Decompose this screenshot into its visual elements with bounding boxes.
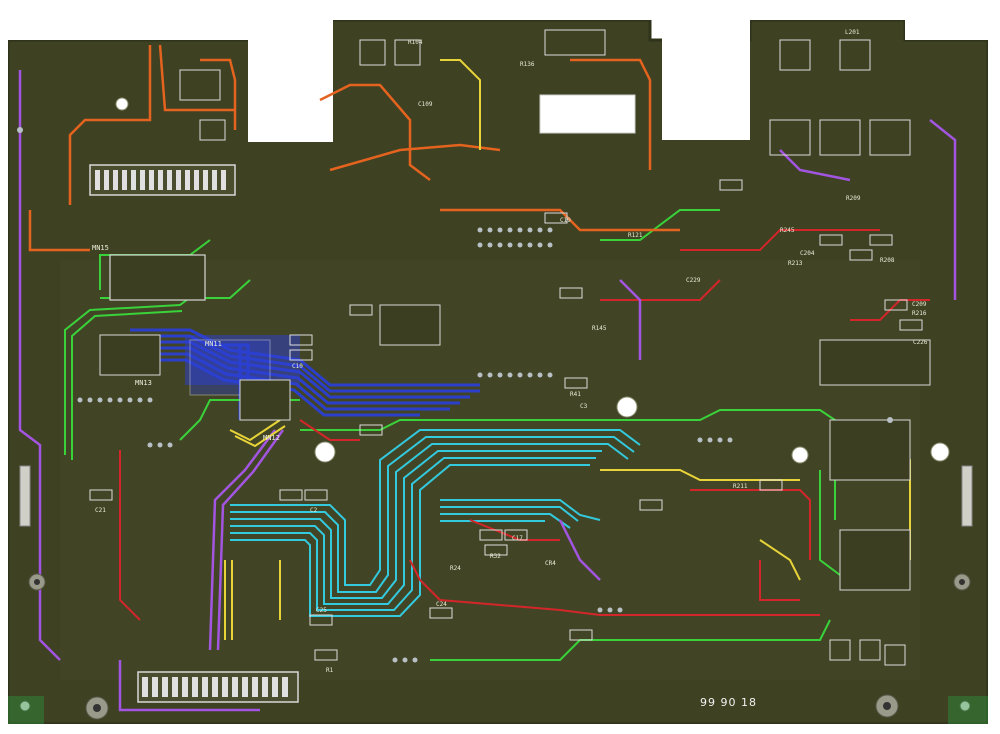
board-cutout-top-right-gap: [750, 0, 905, 20]
designator-mn15: MN15: [92, 244, 109, 252]
hole-center-right: [616, 396, 638, 418]
designator-r121: R121: [628, 232, 643, 239]
ic-center-block: [379, 304, 441, 346]
designator-r208: R208: [880, 257, 895, 264]
designator-c10: C10: [292, 363, 303, 370]
hole-right-upper: [791, 446, 809, 464]
date-code-label: 99 90 18: [700, 696, 757, 709]
ic-mn12: [239, 379, 291, 421]
board-cutout-top-left: [0, 0, 330, 40]
board-cutout-left-edge: [0, 0, 8, 734]
ic-mn13: [99, 334, 161, 376]
side-slot-left: [19, 465, 31, 527]
hole-top-left: [115, 97, 129, 111]
hole-center-left: [314, 441, 336, 463]
designator-c226: C226: [913, 339, 928, 346]
designator-c17: C17: [512, 535, 523, 542]
board-cutout-right-edge: [988, 0, 1000, 734]
board-cutout-window: [539, 94, 636, 134]
designator-c109: C109: [418, 101, 433, 108]
designator-r104: R104: [408, 39, 423, 46]
designator-mn11: MN11: [205, 340, 222, 348]
designator-c25: C25: [316, 607, 327, 614]
designator-cr4: CR4: [545, 560, 556, 567]
ic-lower-right: [839, 529, 911, 591]
board-sheen: [60, 260, 920, 680]
hole-right-mid: [930, 442, 950, 462]
side-slot-right: [961, 465, 973, 527]
designator-c24: C24: [436, 601, 447, 608]
connector-pins-bottom: [142, 677, 288, 697]
designator-r245: R245: [780, 227, 795, 234]
designator-r213: R213: [788, 260, 803, 267]
designator-r32: R32: [490, 553, 501, 560]
designator-c21: C21: [95, 507, 106, 514]
corner-pad-bottom-left: [8, 696, 44, 724]
connector-pins-top: [95, 170, 226, 190]
designator-l201: L201: [845, 29, 860, 36]
designator-mn12: MN12: [263, 434, 280, 442]
board-cutout-top-mid: [330, 0, 662, 20]
ic-right-block: [829, 419, 911, 481]
designator-r209: R209: [846, 195, 861, 202]
designator-c204: C204: [800, 250, 815, 257]
ic-mn15: [109, 254, 206, 301]
designator-r41: R41: [570, 391, 581, 398]
designator-r24: R24: [450, 565, 461, 572]
designator-r1: R1: [326, 667, 334, 674]
designator-r136: R136: [520, 61, 535, 68]
designator-c229: C229: [686, 277, 701, 284]
corner-pad-bottom-right: [948, 696, 988, 724]
designator-mn13: MN13: [135, 379, 152, 387]
designator-r211: R211: [733, 483, 748, 490]
designator-c3: C3: [580, 403, 588, 410]
designator-c2: C2: [310, 507, 318, 514]
designator-c209: C209: [912, 301, 927, 308]
designator-r216: R216: [912, 310, 927, 317]
board-cutout-top-right: [905, 0, 1000, 40]
designator-c19: C19: [560, 217, 571, 224]
circuit-board-photo: 99 90 18 MN11 MN15 MN13 MN12 C21 C2 C25 …: [0, 0, 1000, 734]
board-cutout-center: [662, 0, 750, 140]
ic-r-block: [819, 339, 931, 386]
board-cutout-bottom: [0, 724, 1000, 734]
designator-r145: R145: [592, 325, 607, 332]
